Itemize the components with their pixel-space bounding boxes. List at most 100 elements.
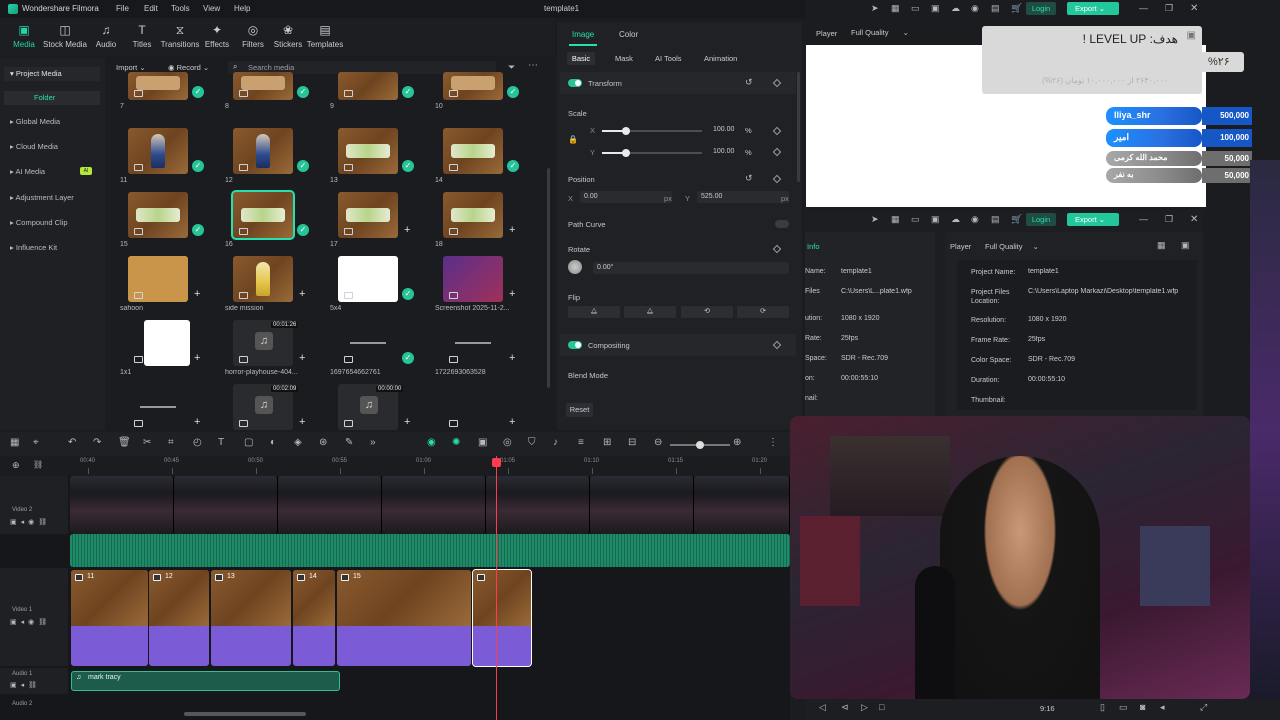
subtitle-icon[interactable]: ⊟	[628, 437, 636, 448]
ai-icon[interactable]: ⊛	[319, 437, 327, 448]
layout-icon[interactable]: ▦	[891, 214, 900, 225]
add-icon[interactable]: +	[509, 288, 515, 300]
flip-horizontal-button[interactable]: ⧋	[568, 306, 620, 318]
sidebar-item-cloud-media[interactable]: ▸ Cloud Media	[10, 142, 58, 151]
minimize-icon[interactable]: —	[1139, 3, 1148, 13]
reset-icon[interactable]: ↺	[745, 173, 753, 184]
cart-icon[interactable]: 🛒	[1011, 214, 1022, 225]
menu-edit[interactable]: Edit	[144, 4, 158, 13]
stop-icon[interactable]: □	[879, 702, 884, 712]
fullscreen-icon[interactable]: ⤢	[1200, 702, 1207, 713]
sidebar-item-project-media[interactable]: ▾ Project Media	[4, 67, 100, 81]
video-clip[interactable]	[278, 476, 382, 534]
media-scrollbar[interactable]	[547, 168, 550, 388]
sidebar-item-global-media[interactable]: ▸ Global Media	[10, 117, 60, 126]
video-clip[interactable]: 14	[293, 570, 335, 666]
link-icon[interactable]: ⛓	[38, 519, 51, 526]
text-icon[interactable]: T	[218, 437, 224, 448]
lock-icon[interactable]: ▣	[10, 682, 21, 689]
track-controls[interactable]: ▣◂⛓	[10, 681, 41, 689]
mixer-icon[interactable]: ≡	[578, 437, 584, 448]
prev-frame-icon[interactable]: ◁	[819, 702, 826, 713]
subtab-ai-tools[interactable]: AI Tools	[655, 54, 682, 63]
video-clip[interactable]	[486, 476, 590, 534]
zoom-out-icon[interactable]: ⊖	[654, 437, 662, 448]
video-clip[interactable]: 11	[71, 570, 148, 666]
video-clip[interactable]: 15	[337, 570, 471, 666]
speed-icon[interactable]: ◴	[193, 437, 202, 448]
add-track-icon[interactable]: ⊕	[12, 460, 20, 471]
position-y-field[interactable]: 525.00	[697, 191, 789, 203]
login-button[interactable]: Login	[1026, 213, 1056, 226]
monitor-icon[interactable]: ▭	[911, 214, 920, 225]
support-icon[interactable]: ◉	[971, 214, 979, 225]
more-icon[interactable]: »	[370, 437, 376, 448]
link-icon[interactable]: 🔒	[568, 135, 578, 144]
transform-toggle[interactable]	[568, 79, 582, 87]
export-button[interactable]: Export ⌄	[1067, 213, 1119, 226]
reset-button[interactable]: Reset	[566, 403, 593, 417]
eye-icon[interactable]: ◉	[28, 619, 38, 626]
send-icon[interactable]: ➤	[871, 3, 879, 14]
camera-icon[interactable]: ◙	[1140, 702, 1145, 712]
playhead-handle[interactable]	[492, 458, 501, 467]
tab-image[interactable]: Image	[572, 30, 594, 39]
audio-waveform-video2[interactable]	[70, 534, 790, 567]
play-back-icon[interactable]: ⊲	[841, 702, 849, 713]
cloud-icon[interactable]: ☁	[951, 3, 960, 14]
sidebar-item-compound-clip[interactable]: ▸ Compound Clip	[10, 218, 68, 227]
search-input[interactable]: Search media	[248, 63, 294, 72]
zoom-slider[interactable]	[670, 441, 730, 449]
video-clip[interactable]: 12	[149, 570, 209, 666]
split-icon[interactable]: ✂	[143, 437, 151, 448]
track-controls[interactable]: ▣◂◉⛓	[10, 518, 51, 526]
record-button[interactable]: ◉ Record ⌄	[168, 63, 209, 72]
keyframe-icon[interactable]	[772, 147, 782, 157]
video-clip[interactable]	[70, 476, 174, 534]
add-icon[interactable]: +	[404, 416, 410, 428]
delete-icon[interactable]: 🗑	[118, 437, 131, 448]
playhead[interactable]	[496, 456, 497, 720]
render-icon[interactable]: ▯	[1100, 702, 1105, 713]
keyframe-icon[interactable]	[772, 126, 782, 136]
monitor-icon[interactable]: ▭	[911, 3, 920, 14]
aspect-ratio[interactable]: 9:16	[1040, 704, 1055, 713]
close-icon[interactable]: ✕	[1190, 3, 1198, 14]
undo-icon[interactable]: ↶	[68, 437, 76, 448]
layout-icon[interactable]: ▦	[10, 437, 19, 448]
add-icon[interactable]: +	[404, 224, 410, 236]
keyframe-icon[interactable]	[772, 174, 782, 184]
menu-help[interactable]: Help	[234, 4, 250, 13]
toolbar-templates[interactable]: ▤ Templates	[301, 22, 349, 49]
add-icon[interactable]: +	[509, 224, 515, 236]
mute-icon[interactable]: ◂	[21, 519, 29, 526]
video-clip[interactable]	[382, 476, 486, 534]
add-icon[interactable]: +	[509, 416, 515, 428]
track-controls[interactable]: ▣◂◉⛓	[10, 618, 51, 626]
support-icon[interactable]: ◉	[971, 3, 979, 14]
menu-tools[interactable]: Tools	[171, 4, 190, 13]
video-clip[interactable]	[472, 569, 532, 667]
position-x-field[interactable]: 0.00	[580, 191, 672, 203]
maximize-icon[interactable]: ❐	[1165, 214, 1173, 225]
maximize-icon[interactable]: ❐	[1165, 3, 1173, 14]
color-icon[interactable]: ◐	[270, 437, 276, 448]
ai-cutout-icon[interactable]: ✺	[452, 437, 460, 448]
add-icon[interactable]: +	[194, 288, 200, 300]
filter-icon[interactable]: ⏷	[508, 62, 515, 73]
sidebar-item-folder[interactable]: Folder	[4, 91, 100, 105]
lock-icon[interactable]: ▣	[10, 519, 21, 526]
mic-icon[interactable]: ♪	[553, 437, 558, 448]
add-icon[interactable]: +	[299, 416, 305, 428]
cloud-icon[interactable]: ☁	[951, 214, 960, 225]
shield-icon[interactable]: ⛉	[528, 437, 536, 448]
rotate-left-button[interactable]: ⟲	[681, 306, 733, 318]
subtab-mask[interactable]: Mask	[615, 54, 633, 63]
scale-x-field[interactable]: 100.00	[709, 124, 741, 136]
pointer-icon[interactable]: ⌖	[33, 437, 39, 448]
auto-reframe-icon[interactable]: ▣	[478, 437, 487, 448]
redo-icon[interactable]: ↷	[93, 437, 101, 448]
cart-icon[interactable]: 🛒	[1011, 3, 1022, 14]
marquee-icon[interactable]: ▢	[244, 437, 253, 448]
zoom-in-icon[interactable]: ⊕	[733, 437, 741, 448]
